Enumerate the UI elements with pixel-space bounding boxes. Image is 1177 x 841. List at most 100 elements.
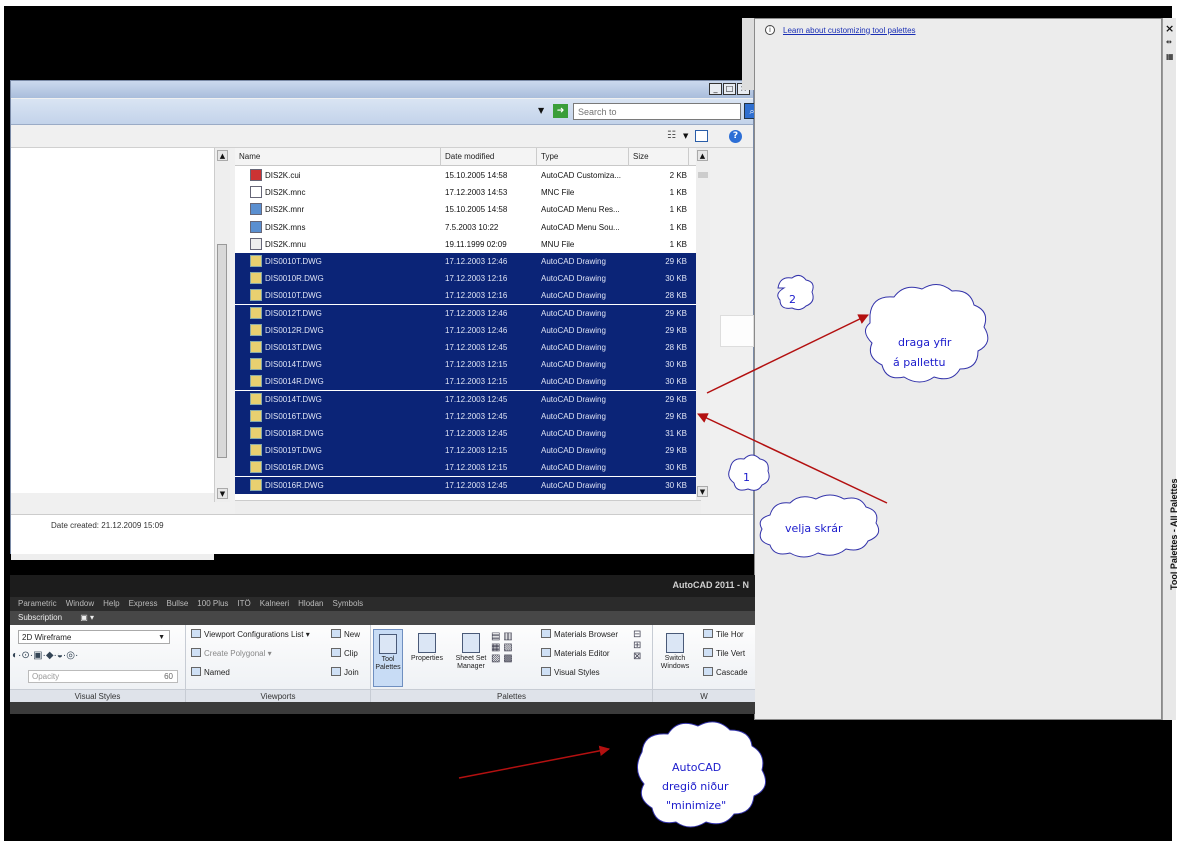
- chevron-down-icon[interactable]: ▼: [683, 132, 688, 140]
- scroll-thumb[interactable]: [698, 172, 708, 178]
- menu-item[interactable]: Hlodan: [298, 597, 323, 611]
- menu-item[interactable]: Bullse: [167, 597, 189, 611]
- file-row[interactable]: DIS0010T.DWG 17.12.2003 12:46 AutoCAD Draw…: [235, 253, 701, 270]
- visual-style-select[interactable]: 2D Wireframe ▼: [18, 630, 170, 644]
- file-row[interactable]: DIS0018R.DWG 17.12.2003 12:45 AutoCAD Draw…: [235, 425, 701, 442]
- go-icon[interactable]: ➜: [553, 104, 568, 118]
- file-row[interactable]: DIS2K.mnc 17.12.2003 14:53 MNC File 1 KB: [235, 184, 701, 201]
- file-row[interactable]: DIS0016T.DWG 17.12.2003 12:45 AutoCAD Draw…: [235, 407, 701, 425]
- dwg-file-icon: [250, 461, 262, 474]
- file-name: DIS2K.cui: [265, 171, 301, 180]
- vertical-scrollbar[interactable]: ▲ ▼: [214, 148, 230, 502]
- views-icon[interactable]: ☷: [667, 130, 676, 141]
- customize-palettes-link[interactable]: Learn about customizing tool palettes: [783, 26, 916, 35]
- file-row[interactable]: DIS2K.cui 15.10.2005 14:58 AutoCAD Customi…: [235, 167, 701, 184]
- switch-windows-button[interactable]: Switch Windows: [657, 633, 693, 671]
- new-viewport-button[interactable]: New: [331, 629, 360, 639]
- tile-horizontally-button[interactable]: Tile Hor: [703, 629, 744, 639]
- palette-small-icons[interactable]: ▤ ▥ ▦ ▧ ▨ ▩: [491, 631, 513, 664]
- menu-item[interactable]: Symbols: [333, 597, 364, 611]
- materials-browser-button[interactable]: Materials Browser: [541, 629, 618, 639]
- preview-pane-icon[interactable]: [695, 130, 708, 142]
- menu-item[interactable]: ITÖ: [237, 597, 250, 611]
- materials-editor-icon: [541, 648, 551, 657]
- file-row[interactable]: DIS0016R.DWG 17.12.2003 12:15 AutoCAD Draw…: [235, 459, 701, 477]
- menu-item[interactable]: Help: [103, 597, 119, 611]
- file-list-horizontal-scrollbar[interactable]: [235, 500, 701, 514]
- file-date: 17.12.2003 12:15: [445, 463, 508, 473]
- navigation-pane[interactable]: [11, 148, 223, 560]
- polygon-icon: [191, 648, 201, 657]
- tile-vertically-button[interactable]: Tile Vert: [703, 648, 745, 658]
- file-row[interactable]: DIS0019T.DWG 17.12.2003 12:15 AutoCAD Draw…: [235, 442, 701, 460]
- panel-title[interactable]: Palettes: [371, 689, 652, 702]
- file-row[interactable]: DIS2K.mns 7.5.2003 10:22 AutoCAD Menu Sou.…: [235, 219, 701, 236]
- chevron-down-icon[interactable]: ▼: [538, 106, 544, 115]
- autocad-titlebar[interactable]: AutoCAD 2011 - N: [10, 575, 755, 597]
- create-polygonal-button[interactable]: Create Polygonal ▾: [191, 648, 272, 658]
- menu-item[interactable]: Window: [66, 597, 94, 611]
- file-row[interactable]: DIS0010T.DWG 17.12.2003 12:16 AutoCAD Draw…: [235, 287, 701, 305]
- menu-item[interactable]: Kalneeri: [260, 597, 289, 611]
- panel-title[interactable]: Viewports: [186, 689, 370, 702]
- file-list[interactable]: Name Date modified Type Size DIS2K.cui 15…: [235, 148, 701, 500]
- file-row[interactable]: DIS0016R.DWG 17.12.2003 12:45 AutoCAD Draw…: [235, 476, 701, 494]
- palette-side-icons[interactable]: ⊟ ⊞ ⊠: [633, 629, 641, 662]
- file-row[interactable]: DIS2K.mnu 19.11.1999 02:09 MNU File 1 KB: [235, 236, 701, 253]
- blank-file-icon: [250, 186, 262, 199]
- scroll-down-arrow[interactable]: ▼: [697, 486, 708, 497]
- file-row[interactable]: DIS0014T.DWG 17.12.2003 12:15 AutoCAD Draw…: [235, 356, 701, 374]
- search-input[interactable]: [573, 103, 741, 120]
- visual-styles-button[interactable]: Visual Styles: [541, 667, 600, 677]
- menu-item[interactable]: Express: [129, 597, 158, 611]
- camera-icon[interactable]: ▣ ▾: [80, 613, 94, 622]
- tool-palettes-button[interactable]: Tool Palettes: [373, 629, 403, 687]
- column-header-type[interactable]: Type: [537, 148, 629, 166]
- properties-button[interactable]: Properties: [407, 633, 447, 663]
- file-row[interactable]: DIS0013T.DWG 17.12.2003 12:45 AutoCAD Draw…: [235, 339, 701, 356]
- join-button[interactable]: Join: [331, 667, 359, 677]
- file-row[interactable]: DIS0014R.DWG 17.12.2003 12:15 AutoCAD Draw…: [235, 373, 701, 391]
- scroll-down-arrow[interactable]: ▼: [217, 488, 228, 499]
- file-list-scrollbar[interactable]: ▲ ▼: [696, 148, 710, 500]
- subscription-menu[interactable]: Subscription: [18, 613, 62, 622]
- scroll-up-arrow[interactable]: ▲: [697, 150, 708, 161]
- scroll-thumb[interactable]: [217, 244, 227, 458]
- help-icon[interactable]: ?: [729, 130, 742, 143]
- scroll-up-arrow[interactable]: ▲: [217, 150, 228, 161]
- file-row[interactable]: DIS0012R.DWG 17.12.2003 12:46 AutoCAD Draw…: [235, 321, 701, 339]
- viewport-configurations-button[interactable]: Viewport Configurations List ▾: [191, 629, 310, 639]
- palette-edge: [742, 18, 754, 90]
- close-icon[interactable]: ×: [1165, 22, 1174, 35]
- minimize-button[interactable]: _: [709, 83, 722, 95]
- column-header-date[interactable]: Date modified: [441, 148, 537, 166]
- opacity-input[interactable]: Opacity 60: [28, 670, 178, 683]
- autohide-icon[interactable]: ⇹: [1166, 38, 1172, 46]
- file-size: 1 KB: [669, 205, 687, 215]
- file-row[interactable]: DIS0012T.DWG 17.12.2003 12:46 AutoCAD Draw…: [235, 304, 701, 322]
- file-row[interactable]: DIS0014T.DWG 17.12.2003 12:45 AutoCAD Draw…: [235, 390, 701, 408]
- clip-button[interactable]: Clip: [331, 648, 358, 658]
- cascade-button[interactable]: Cascade: [703, 667, 748, 677]
- properties-icon[interactable]: ▦: [1166, 52, 1174, 61]
- shading-tools-icon[interactable]: ◐·⊙·▣·◆·◒·◎·: [12, 650, 78, 661]
- materials-editor-button[interactable]: Materials Editor: [541, 648, 610, 658]
- panel-title[interactable]: W: [653, 689, 755, 702]
- maximize-button[interactable]: □: [723, 83, 736, 95]
- menu-item[interactable]: 100 Plus: [197, 597, 228, 611]
- tool-palette[interactable]: i Learn about customizing tool palettes: [754, 18, 1162, 720]
- file-name: DIS2K.mnu: [265, 239, 306, 249]
- named-viewports-button[interactable]: Named: [191, 667, 230, 677]
- sheet-set-manager-button[interactable]: Sheet Set Manager: [451, 633, 491, 671]
- dialog-titlebar[interactable]: _ □ ×: [11, 81, 753, 98]
- panel-title[interactable]: Visual Styles: [10, 689, 185, 702]
- file-row[interactable]: DIS2K.mnr 15.10.2005 14:58 AutoCAD Menu Re…: [235, 201, 701, 218]
- menu-item[interactable]: Parametric: [18, 597, 57, 611]
- file-date: 17.12.2003 12:16: [445, 291, 508, 301]
- palette-titlebar[interactable]: × ⇹ ▦: [1162, 18, 1176, 720]
- mnu-file-icon: [250, 237, 262, 250]
- file-size: 30 KB: [665, 463, 687, 473]
- file-row[interactable]: DIS0010R.DWG 17.12.2003 12:16 AutoCAD Draw…: [235, 270, 701, 288]
- column-header-size[interactable]: Size: [629, 148, 689, 166]
- column-header-name[interactable]: Name: [235, 148, 441, 166]
